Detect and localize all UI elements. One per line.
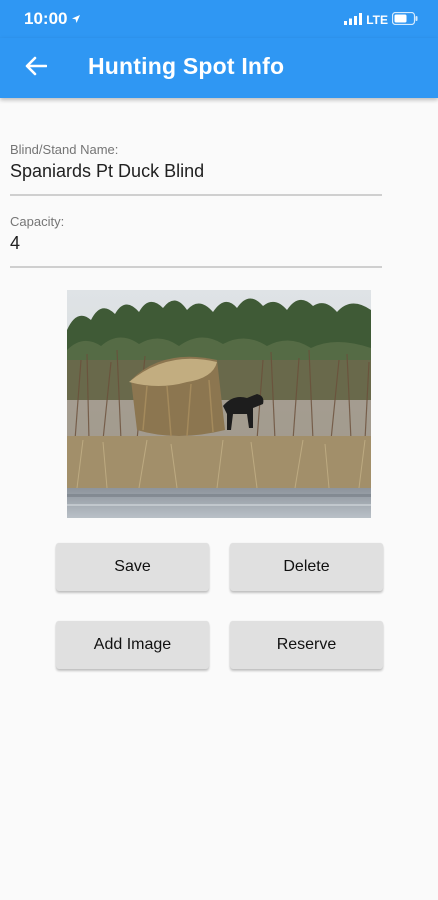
back-arrow-icon — [25, 56, 48, 81]
capacity-input[interactable] — [10, 229, 382, 254]
app-bar: Hunting Spot Info — [0, 38, 438, 98]
status-time: 10:00 — [24, 9, 68, 28]
reserve-button[interactable]: Reserve — [230, 621, 383, 669]
capacity-field-underline — [10, 266, 382, 268]
save-button[interactable]: Save — [56, 543, 209, 591]
name-field-label: Blind/Stand Name: — [10, 142, 119, 157]
status-bar: 10:00 LTE — [0, 0, 438, 38]
add-image-button[interactable]: Add Image — [56, 621, 209, 669]
name-field: Blind/Stand Name: — [10, 142, 382, 196]
network-type: LTE — [366, 13, 388, 27]
delete-button[interactable]: Delete — [230, 543, 383, 591]
status-time-group: 10:00 — [24, 9, 81, 29]
battery-icon — [391, 11, 418, 28]
status-indicators: LTE — [344, 11, 418, 28]
back-button[interactable] — [16, 48, 56, 88]
hunting-spot-photo — [67, 290, 371, 518]
location-arrow-icon — [71, 9, 81, 29]
capacity-field: Capacity: — [10, 214, 382, 268]
signal-bars-icon — [344, 12, 363, 28]
name-input[interactable] — [10, 157, 382, 182]
name-field-underline — [10, 194, 382, 196]
page-title: Hunting Spot Info — [88, 53, 285, 79]
capacity-field-label: Capacity: — [10, 214, 65, 229]
